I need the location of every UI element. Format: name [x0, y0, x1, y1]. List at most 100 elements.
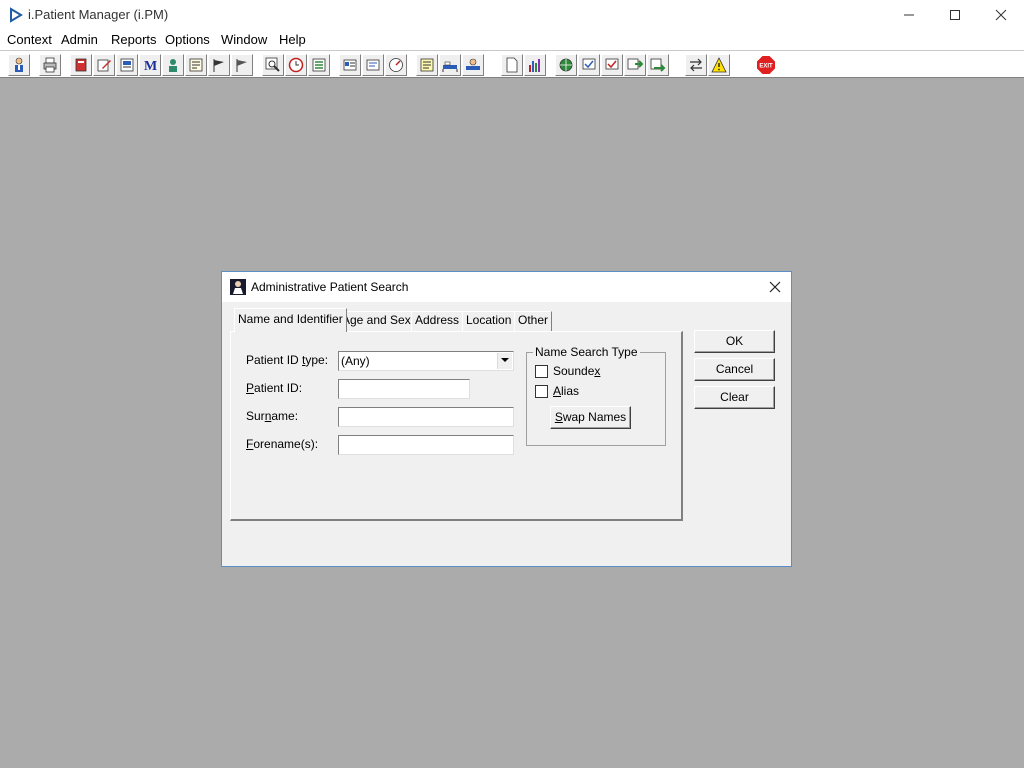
- swap-names-button[interactable]: Swap Names: [550, 406, 631, 429]
- patient-icon: [15, 57, 23, 72]
- alias-label: Alias: [553, 384, 580, 398]
- toolbar-chart-button[interactable]: [524, 54, 546, 76]
- soundex-label: Soundex: [553, 364, 601, 378]
- doctor-icon: [169, 59, 177, 72]
- tab-age-and-sex[interactable]: Age and Sex: [338, 311, 415, 331]
- doctor-icon: [230, 279, 246, 295]
- dropdown-button[interactable]: [497, 353, 512, 369]
- dialog-title-bar: Administrative Patient Search: [222, 272, 791, 302]
- print-icon: [43, 57, 57, 73]
- clear-button[interactable]: Clear: [694, 386, 775, 409]
- toolbar-bed-button[interactable]: [439, 54, 461, 76]
- toolbar-memo-button[interactable]: [416, 54, 438, 76]
- list-icon: [312, 58, 326, 72]
- swap-icon: [690, 58, 702, 72]
- patient-id-type-label: Patient ID type:: [246, 353, 329, 367]
- toolbar-exit-button[interactable]: EXIT: [755, 54, 777, 76]
- toolbar-document-button[interactable]: [501, 54, 523, 76]
- surname-label: Surname:: [246, 409, 299, 423]
- memo-icon: [420, 58, 434, 72]
- tab-name-and-identifier[interactable]: Name and Identifier: [234, 308, 347, 332]
- form-icon: [189, 58, 203, 72]
- bed-icon: [442, 61, 458, 72]
- toolbar-book-button[interactable]: [70, 54, 92, 76]
- menu-admin[interactable]: Admin: [61, 32, 98, 47]
- note-icon: [366, 59, 380, 71]
- close-button[interactable]: [978, 0, 1024, 30]
- toolbar-swap-button[interactable]: [685, 54, 707, 76]
- gauge-icon: [389, 58, 403, 72]
- chart-icon: [529, 59, 540, 72]
- exit-icon: EXIT: [757, 56, 775, 74]
- menu-bar: Context Admin Reports Options Window Hel…: [0, 30, 1024, 50]
- toolbar-search-button[interactable]: [262, 54, 284, 76]
- clock-icon: [288, 57, 304, 73]
- soundex-checkbox[interactable]: [535, 365, 548, 378]
- patient-id-input[interactable]: [338, 379, 470, 399]
- alias-checkbox[interactable]: [535, 385, 548, 398]
- dialog-title: Administrative Patient Search: [251, 280, 409, 294]
- tab-location[interactable]: Location: [462, 311, 516, 331]
- patient-search-dialog: Administrative Patient Search Name and I…: [221, 271, 792, 567]
- forward-icon: [650, 58, 666, 72]
- toolbar: M EXIT: [0, 50, 1024, 78]
- forenames-label: Forename(s):: [246, 437, 319, 451]
- tab-panel-name-and-identifier: Patient ID type: (Any) Patient ID: Surna…: [230, 331, 683, 521]
- menu-reports[interactable]: Reports: [111, 32, 157, 47]
- toolbar-list-button[interactable]: [308, 54, 330, 76]
- toolbar-tick-button[interactable]: [601, 54, 623, 76]
- patient-id-type-select[interactable]: (Any): [338, 351, 514, 371]
- edit-icon: [97, 59, 111, 72]
- name-search-type-group: Name Search Type Soundex Alias Swap Name…: [526, 345, 666, 446]
- toolbar-print-button[interactable]: [39, 54, 61, 76]
- toolbar-edit-button[interactable]: [93, 54, 115, 76]
- toolbar-flag2-button[interactable]: [231, 54, 253, 76]
- toolbar-gauge-button[interactable]: [385, 54, 407, 76]
- toolbar-flag-button[interactable]: [208, 54, 230, 76]
- menu-context[interactable]: Context: [7, 32, 52, 47]
- toolbar-card-button[interactable]: [339, 54, 361, 76]
- minimize-icon: [904, 14, 914, 16]
- menu-window[interactable]: Window: [221, 32, 267, 47]
- dialog-close-button[interactable]: [762, 275, 788, 299]
- report-icon: [120, 58, 134, 72]
- toolbar-transfer-button[interactable]: [462, 54, 484, 76]
- toolbar-patient-button[interactable]: [8, 54, 30, 76]
- card-icon: [343, 59, 357, 71]
- ok-button[interactable]: OK: [694, 330, 775, 353]
- toolbar-warning-button[interactable]: [708, 54, 730, 76]
- patient-id-type-value: (Any): [341, 354, 370, 368]
- maximize-button[interactable]: [932, 0, 978, 30]
- document-icon: [506, 57, 518, 73]
- globe-icon: [559, 58, 573, 72]
- minimize-button[interactable]: [886, 0, 932, 30]
- surname-input[interactable]: [338, 407, 514, 427]
- toolbar-doctor-button[interactable]: [162, 54, 184, 76]
- tab-other[interactable]: Other: [514, 311, 553, 331]
- next-icon: [627, 58, 643, 70]
- window-title: i.Patient Manager (i.PM): [28, 7, 169, 22]
- warning-icon: [711, 57, 727, 73]
- toolbar-globe-button[interactable]: [555, 54, 577, 76]
- toolbar-report-button[interactable]: [116, 54, 138, 76]
- tick-icon: [605, 58, 619, 70]
- toolbar-next-button[interactable]: [624, 54, 646, 76]
- menu-help[interactable]: Help: [279, 32, 306, 47]
- toolbar-form-button[interactable]: [185, 54, 207, 76]
- toolbar-m-button[interactable]: M: [139, 54, 161, 76]
- check-icon: [582, 58, 596, 70]
- name-search-type-legend: Name Search Type: [533, 345, 640, 359]
- tab-address[interactable]: Address: [411, 311, 464, 331]
- close-icon: [995, 9, 1007, 21]
- menu-options[interactable]: Options: [165, 32, 210, 47]
- forenames-input[interactable]: [338, 435, 514, 455]
- maximize-icon: [950, 10, 960, 20]
- close-icon: [769, 281, 781, 293]
- toolbar-clock-button[interactable]: [285, 54, 307, 76]
- toolbar-check-button[interactable]: [578, 54, 600, 76]
- toolbar-forward-button[interactable]: [647, 54, 669, 76]
- exit-label: EXIT: [759, 64, 773, 70]
- title-bar: i.Patient Manager (i.PM): [0, 0, 1024, 30]
- toolbar-note-button[interactable]: [362, 54, 384, 76]
- cancel-button[interactable]: Cancel: [694, 358, 775, 381]
